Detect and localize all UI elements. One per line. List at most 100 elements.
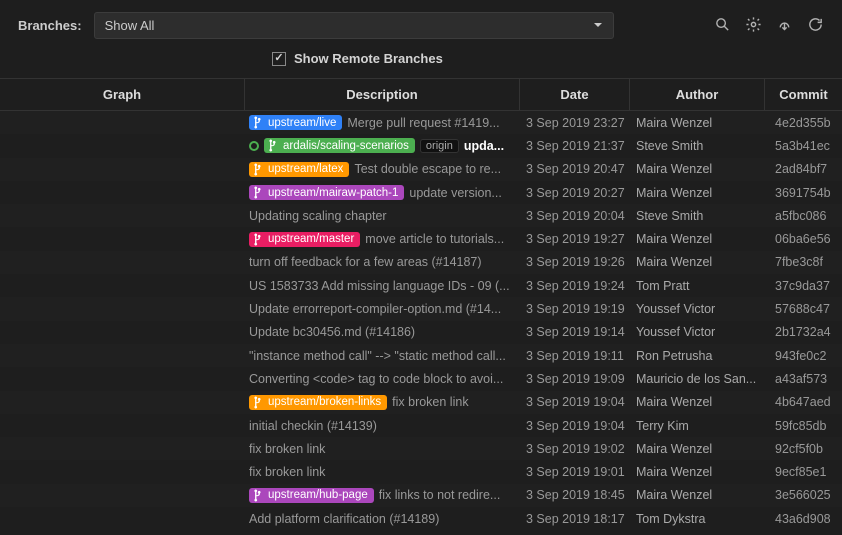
branch-name: upstream/latex [268, 163, 343, 175]
author-cell: Maira Wenzel [630, 232, 765, 246]
author-cell: Maira Wenzel [630, 488, 765, 502]
commit-row[interactable]: upstream/mastermove article to tutorials… [0, 227, 842, 250]
header-commit[interactable]: Commit [765, 79, 842, 110]
commit-row[interactable]: US 1583733 Add missing language IDs - 09… [0, 274, 842, 297]
show-remote-checkbox[interactable]: ✓ [272, 52, 286, 66]
commit-row[interactable]: Update errorreport-compiler-option.md (#… [0, 297, 842, 320]
date-cell: 3 Sep 2019 19:11 [520, 349, 630, 363]
commit-hash: 3e566025 [765, 488, 842, 502]
header-date[interactable]: Date [520, 79, 630, 110]
date-cell: 3 Sep 2019 19:24 [520, 279, 630, 293]
commit-row[interactable]: fix broken link3 Sep 2019 19:02Maira Wen… [0, 437, 842, 460]
commit-row[interactable]: "instance method call" --> "static metho… [0, 344, 842, 367]
author-cell: Tom Pratt [630, 279, 765, 293]
date-cell: 3 Sep 2019 19:26 [520, 255, 630, 269]
branches-dropdown[interactable]: Show All [94, 12, 614, 39]
commit-hash: 3691754b [765, 186, 842, 200]
commit-message: fix broken link [249, 442, 520, 456]
commit-row[interactable]: Updating scaling chapter3 Sep 2019 20:04… [0, 204, 842, 227]
commit-row[interactable]: Update bc30456.md (#14186)3 Sep 2019 19:… [0, 321, 842, 344]
commit-message: "instance method call" --> "static metho… [249, 349, 520, 363]
commit-message: Add platform clarification (#14189) [249, 512, 520, 526]
author-cell: Terry Kim [630, 419, 765, 433]
commit-message: US 1583733 Add missing language IDs - 09… [249, 279, 520, 293]
refresh-icon[interactable] [807, 16, 824, 36]
date-cell: 3 Sep 2019 21:37 [520, 139, 630, 153]
branches-label: Branches: [18, 18, 82, 33]
author-cell: Ron Petrusha [630, 349, 765, 363]
commit-row[interactable]: turn off feedback for a few areas (#1418… [0, 251, 842, 274]
fetch-icon[interactable] [776, 16, 793, 36]
branch-badge[interactable]: upstream/latex [249, 162, 349, 177]
header-author[interactable]: Author [630, 79, 765, 110]
gear-icon[interactable] [745, 16, 762, 36]
description-cell: upstream/latexTest double escape to re..… [245, 162, 520, 177]
branch-badge[interactable]: ardalis/scaling-scenarios [264, 138, 415, 153]
description-cell: Update errorreport-compiler-option.md (#… [245, 302, 520, 316]
commit-hash: a43af573 [765, 372, 842, 386]
description-cell: ardalis/scaling-scenariosoriginupda... [245, 138, 520, 153]
header-desc[interactable]: Description [245, 79, 520, 110]
commit-message: Updating scaling chapter [249, 209, 520, 223]
commit-row[interactable]: upstream/mairaw-patch-1update version...… [0, 181, 842, 204]
commit-row[interactable]: Converting <code> tag to code block to a… [0, 367, 842, 390]
search-icon[interactable] [714, 16, 731, 36]
author-cell: Maira Wenzel [630, 442, 765, 456]
commit-hash: 4e2d355b [765, 116, 842, 130]
branch-icon [253, 163, 264, 176]
description-cell: Converting <code> tag to code block to a… [245, 372, 520, 386]
date-cell: 3 Sep 2019 20:27 [520, 186, 630, 200]
commit-message: Merge pull request #1419... [347, 116, 520, 130]
commit-message: fix broken link [249, 465, 520, 479]
header-graph[interactable]: Graph [0, 79, 245, 110]
author-cell: Maira Wenzel [630, 395, 765, 409]
branch-name: upstream/master [268, 233, 354, 245]
commit-row[interactable]: ardalis/scaling-scenariosoriginupda...3 … [0, 134, 842, 157]
commit-hash: 57688c47 [765, 302, 842, 316]
description-cell: initial checkin (#14139) [245, 419, 520, 433]
commit-hash: 37c9da37 [765, 279, 842, 293]
date-cell: 3 Sep 2019 20:04 [520, 209, 630, 223]
branch-badge[interactable]: upstream/live [249, 115, 342, 130]
date-cell: 3 Sep 2019 18:45 [520, 488, 630, 502]
commit-row[interactable]: fix broken link3 Sep 2019 19:01Maira Wen… [0, 460, 842, 483]
author-cell: Mauricio de los San... [630, 372, 765, 386]
description-cell: upstream/mastermove article to tutorials… [245, 232, 520, 247]
branch-icon [253, 233, 264, 246]
commit-row[interactable]: initial checkin (#14139)3 Sep 2019 19:04… [0, 414, 842, 437]
branch-icon [253, 396, 264, 409]
commit-row[interactable]: upstream/latexTest double escape to re..… [0, 158, 842, 181]
commit-row[interactable]: upstream/broken-linksfix broken link3 Se… [0, 391, 842, 414]
date-cell: 3 Sep 2019 19:04 [520, 419, 630, 433]
commit-hash: 43a6d908 [765, 512, 842, 526]
commit-hash: 5a3b41ec [765, 139, 842, 153]
author-cell: Maira Wenzel [630, 162, 765, 176]
commit-hash: 2ad84bf7 [765, 162, 842, 176]
branch-badge[interactable]: upstream/mairaw-patch-1 [249, 185, 404, 200]
branch-badge[interactable]: upstream/hub-page [249, 488, 374, 503]
author-cell: Tom Dykstra [630, 512, 765, 526]
branch-icon [268, 139, 279, 152]
date-cell: 3 Sep 2019 20:47 [520, 162, 630, 176]
commit-row[interactable]: upstream/hub-pagefix links to not redire… [0, 484, 842, 507]
branch-name: ardalis/scaling-scenarios [283, 140, 409, 152]
chevron-down-icon [593, 18, 603, 33]
commit-row[interactable]: Add platform clarification (#14189)3 Sep… [0, 507, 842, 530]
commit-row[interactable]: upstream/live Merge pull request #1419...… [0, 111, 842, 134]
origin-badge[interactable]: origin [420, 139, 459, 153]
date-cell: 3 Sep 2019 19:09 [520, 372, 630, 386]
commit-hash: 9ecf85e1 [765, 465, 842, 479]
description-cell: Update bc30456.md (#14186) [245, 325, 520, 339]
description-cell: upstream/live Merge pull request #1419... [245, 115, 520, 130]
branch-name: upstream/broken-links [268, 396, 381, 408]
commit-message: turn off feedback for a few areas (#1418… [249, 255, 520, 269]
date-cell: 3 Sep 2019 18:17 [520, 512, 630, 526]
branch-name: upstream/mairaw-patch-1 [268, 187, 398, 199]
commit-message: fix broken link [392, 395, 520, 409]
author-cell: Maira Wenzel [630, 186, 765, 200]
branch-icon [253, 489, 264, 502]
description-cell: fix broken link [245, 465, 520, 479]
commit-hash: 943fe0c2 [765, 349, 842, 363]
branch-badge[interactable]: upstream/master [249, 232, 360, 247]
branch-badge[interactable]: upstream/broken-links [249, 395, 387, 410]
